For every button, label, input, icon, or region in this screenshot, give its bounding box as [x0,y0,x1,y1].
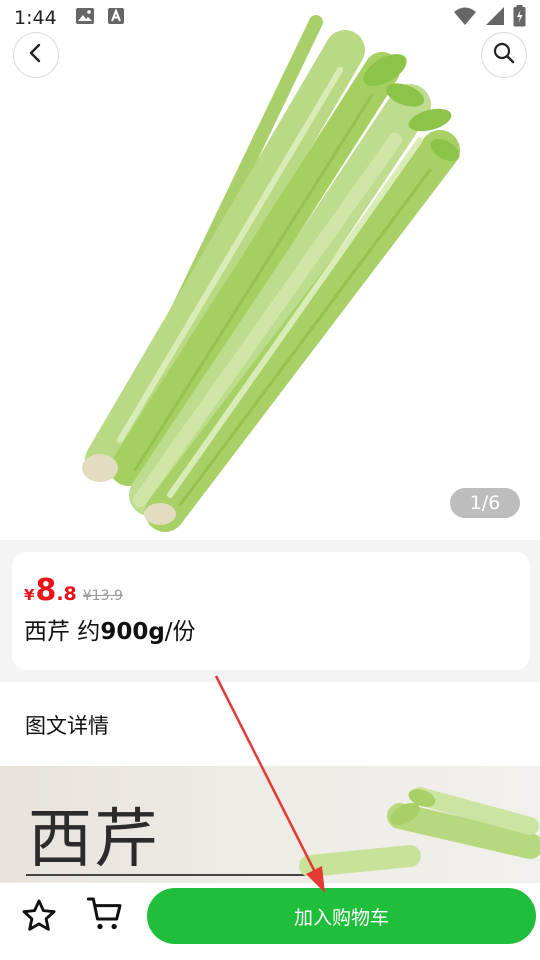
product-title-weight: 900g [100,619,165,645]
product-image [82,15,460,532]
status-bar: 1:44 [0,0,540,36]
banner-divider [26,874,306,876]
back-button[interactable] [13,32,59,78]
battery-icon [513,5,526,31]
product-title-prefix: 西芹 约 [24,619,101,645]
wifi-icon [453,6,477,30]
details-section-header: 图文详情 [0,682,540,766]
product-info-section: ¥ 8 .8 ¥13.9 西芹 约900g/份 [0,540,540,682]
details-title: 图文详情 [25,714,109,738]
price-currency: ¥ [24,586,35,604]
star-icon [20,897,58,939]
price-integer: 8 [35,573,57,608]
price-row: ¥ 8 .8 ¥13.9 [24,576,123,606]
page-indicator: 1/6 [450,488,520,518]
favorite-button[interactable] [18,897,60,939]
add-to-cart-button[interactable]: 加入购物车 [147,888,536,944]
search-button[interactable] [481,32,527,78]
original-price: ¥13.9 [82,588,123,604]
product-title-suffix: /份 [164,619,196,645]
product-title: 西芹 约900g/份 [24,612,196,646]
product-info-card: ¥ 8 .8 ¥13.9 西芹 约900g/份 [12,552,530,670]
status-time: 1:44 [14,7,57,29]
search-icon [492,41,516,69]
text-icon [107,7,125,29]
image-icon [75,7,95,29]
cart-icon [85,894,125,938]
cart-button[interactable] [84,895,126,937]
product-image-carousel[interactable]: 1/6 [0,0,540,540]
price-decimal: .8 [56,583,77,605]
chevron-left-icon [25,42,47,68]
signal-icon [485,6,505,30]
banner-text: 西芹 [28,803,160,877]
bottom-action-bar: 加入购物车 [0,882,540,960]
details-banner-image: 西芹 [0,766,540,886]
banner-celery-image [299,787,540,877]
